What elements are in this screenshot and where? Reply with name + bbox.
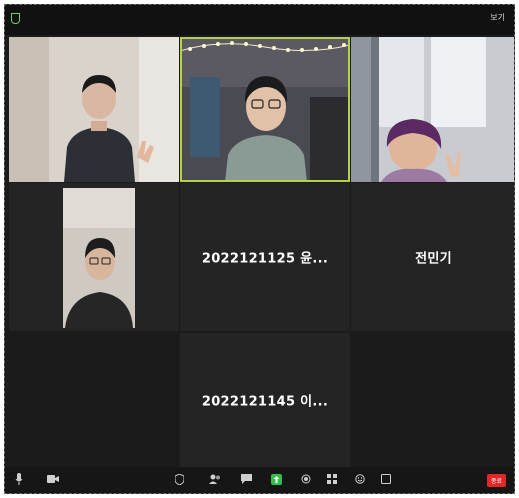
participant-video-feed xyxy=(180,37,350,182)
encryption-shield-icon[interactable] xyxy=(11,13,20,24)
video-camera-icon[interactable] xyxy=(47,472,59,486)
participant-name: 2022121125 윤... xyxy=(201,251,329,267)
participant-video-3[interactable] xyxy=(351,37,514,182)
participant-video-feed xyxy=(63,188,135,328)
microphone-icon[interactable] xyxy=(15,472,23,486)
share-screen-icon[interactable] xyxy=(271,472,282,486)
participant-video-feed xyxy=(9,37,179,182)
breakout-rooms-icon[interactable] xyxy=(327,472,337,486)
security-icon[interactable] xyxy=(175,472,184,486)
participant-tile-5[interactable]: 2022121125 윤... xyxy=(180,183,350,331)
participant-tile-6[interactable]: 전민기 xyxy=(351,183,514,331)
leave-button[interactable]: 종료 xyxy=(486,474,506,487)
top-bar: 보기 xyxy=(5,5,514,35)
more-icon[interactable] xyxy=(381,472,391,486)
chat-icon[interactable] xyxy=(241,472,252,486)
record-icon[interactable] xyxy=(301,472,311,486)
participants-icon[interactable] xyxy=(209,472,221,486)
reactions-icon[interactable] xyxy=(355,472,365,486)
participant-tile-4[interactable] xyxy=(9,183,179,331)
participant-video-2[interactable] xyxy=(180,37,350,182)
meeting-toolbar: 종료 xyxy=(5,467,514,493)
meeting-window: 보기 2022121125 윤... 전민기 2022121145 이... 종… xyxy=(4,4,515,494)
participant-video-feed xyxy=(351,37,514,182)
participant-video-1[interactable] xyxy=(9,37,179,182)
participant-tile-7[interactable]: 2022121145 이... xyxy=(180,333,350,467)
participant-name: 2022121145 이... xyxy=(201,394,329,410)
participant-video-4 xyxy=(63,188,135,328)
view-button[interactable]: 보기 xyxy=(487,11,508,24)
participant-name: 전민기 xyxy=(415,251,452,267)
